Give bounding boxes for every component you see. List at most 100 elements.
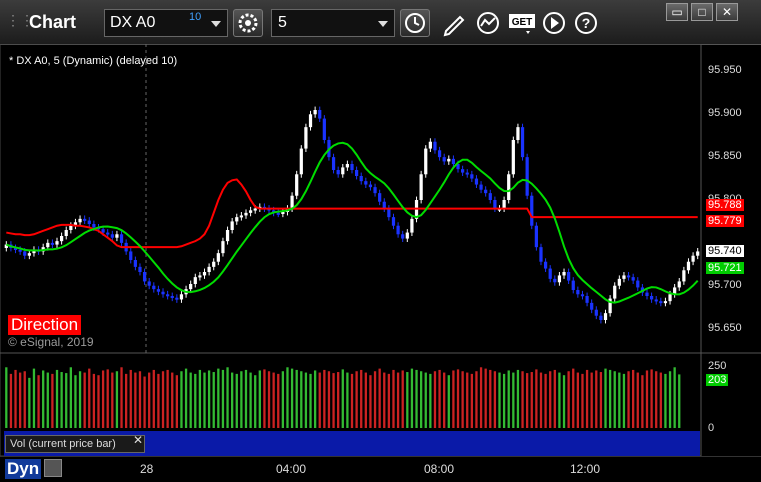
candle-body — [553, 278, 557, 283]
candle-body — [87, 220, 91, 224]
help-icon[interactable]: ? — [572, 9, 600, 37]
candle-body — [645, 292, 649, 296]
candle-body — [170, 296, 174, 298]
volume-legend[interactable]: Vol (current price bar) — [5, 435, 145, 453]
candle-body — [534, 225, 538, 248]
candle-body — [142, 272, 147, 282]
candle-body — [202, 272, 207, 276]
price-tick-label: 95.650 — [708, 321, 742, 334]
candle-body — [691, 255, 695, 262]
candle-body — [281, 212, 285, 214]
candle-body — [525, 157, 529, 196]
time-tick-label: 08:00 — [424, 462, 455, 476]
restore-icon[interactable]: ▭ — [666, 3, 688, 21]
candle-body — [410, 218, 414, 233]
candle-body — [493, 200, 497, 209]
line-study-icon[interactable] — [474, 9, 502, 37]
candle-body — [613, 285, 617, 299]
candle-body — [442, 157, 446, 162]
chevron-down-icon[interactable] — [211, 21, 221, 27]
candle-body — [461, 169, 465, 173]
candle-body — [567, 272, 571, 281]
direction-label: Direction — [8, 315, 82, 335]
candle-body — [594, 309, 598, 316]
candle-body — [64, 230, 68, 236]
candle-body — [659, 301, 663, 304]
time-tick-label: 04:00 — [276, 462, 307, 476]
candle-body — [465, 172, 469, 175]
gear-icon — [238, 13, 258, 33]
price-marker-badge: 95.740 — [706, 245, 744, 258]
pencil-icon[interactable] — [440, 9, 468, 37]
candle-body — [677, 281, 681, 288]
candle-body — [668, 294, 672, 302]
candle-body — [654, 299, 658, 302]
candle-body — [322, 118, 326, 140]
candle-body — [548, 268, 552, 279]
candle-body — [405, 232, 409, 239]
candle-body — [382, 201, 386, 209]
price-tick-label: 95.700 — [708, 278, 742, 291]
candle-body — [511, 140, 515, 175]
close-icon[interactable]: ✕ — [133, 433, 143, 447]
candle-body — [207, 266, 211, 272]
dynamic-mode-label[interactable]: Dyn — [5, 459, 42, 479]
candle-body — [248, 210, 253, 213]
candle-body — [507, 174, 511, 200]
candle-body — [470, 174, 474, 179]
candle-body — [516, 127, 520, 140]
candle-body — [636, 280, 640, 288]
candle-body — [345, 164, 350, 168]
candle-body — [50, 242, 55, 245]
candle-body — [502, 200, 506, 209]
candle-body — [110, 234, 114, 238]
candle-body — [585, 296, 589, 303]
title-bar: ⋮⋮ Chart DX A0 10 5 GET ? ▭ □ ✕ — [0, 0, 761, 45]
maximize-icon[interactable]: □ — [691, 3, 713, 21]
symbol-value: DX A0 — [110, 14, 156, 31]
candle-body — [161, 291, 165, 295]
candle-body — [682, 270, 686, 282]
candle-body — [562, 272, 566, 276]
candle-body — [336, 170, 340, 175]
candle-body — [152, 285, 156, 290]
candle-body — [599, 315, 603, 320]
price-marker-badge: 95.721 — [706, 261, 744, 274]
delay-badge: 10 — [189, 11, 202, 23]
candle-body — [488, 193, 492, 200]
candle-body — [341, 167, 345, 175]
candle-body — [78, 218, 82, 223]
candle-body — [133, 260, 137, 267]
price-tick-label: 95.950 — [708, 64, 742, 77]
candle-body — [364, 181, 368, 185]
candle-body — [350, 164, 354, 170]
time-button[interactable] — [400, 9, 430, 37]
interval-input[interactable]: 5 — [271, 9, 395, 37]
candle-body — [474, 178, 479, 185]
candle-body — [373, 187, 377, 194]
candle-body — [83, 218, 87, 221]
close-icon[interactable]: ✕ — [716, 3, 738, 21]
clock-icon — [405, 13, 425, 33]
candle-body — [479, 184, 483, 190]
symbol-input[interactable]: DX A0 10 — [104, 9, 228, 37]
candle-body — [576, 290, 580, 295]
candle-body — [46, 242, 50, 248]
settings-button[interactable] — [233, 9, 263, 37]
candle-body — [23, 251, 27, 256]
play-icon[interactable] — [540, 9, 568, 37]
price-tick-label: 95.900 — [708, 107, 742, 120]
candle-body — [179, 294, 184, 300]
chart-window: ⋮⋮ Chart DX A0 10 5 GET ? ▭ □ ✕ * DX A0,… — [0, 0, 761, 482]
candle-body — [378, 193, 382, 202]
candle-body — [626, 275, 631, 278]
price-pane — [4, 106, 700, 324]
candle-body — [295, 174, 299, 196]
candle-body — [230, 221, 234, 230]
get-icon[interactable]: GET — [508, 9, 536, 37]
chevron-down-icon[interactable] — [378, 21, 388, 27]
candle-body — [520, 127, 525, 158]
chart-canvas[interactable] — [0, 44, 761, 456]
candle-body — [580, 294, 585, 297]
lock-icon[interactable] — [44, 459, 62, 477]
